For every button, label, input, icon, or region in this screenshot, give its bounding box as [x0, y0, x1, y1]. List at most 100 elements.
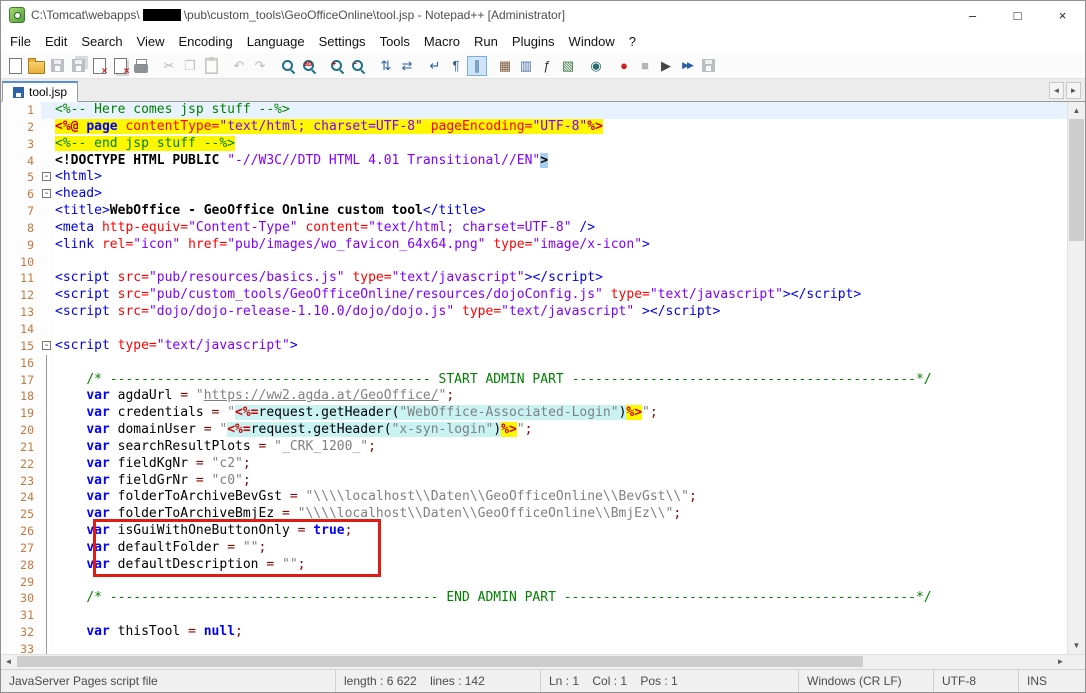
code-line-11[interactable]: 11<script src="pub/resources/basics.js" …	[1, 270, 1067, 287]
fold-toggle-icon[interactable]	[41, 169, 55, 186]
code-text: var isGuiWithOneButtonOnly = true;	[55, 523, 1067, 540]
code-line-30[interactable]: 30 /* ----------------------------------…	[1, 590, 1067, 607]
run-macro-multiple-icon[interactable]: ▶▶	[677, 56, 697, 76]
code-line-7[interactable]: 7<title>WebOffice - GeoOffice Online cus…	[1, 203, 1067, 220]
code-line-33[interactable]: 33	[1, 641, 1067, 654]
tab-tool-jsp[interactable]: tool.jsp	[2, 81, 78, 102]
code-line-32[interactable]: 32 var thisTool = null;	[1, 624, 1067, 641]
record-macro-icon[interactable]: ●	[614, 56, 634, 76]
close-all-icon[interactable]	[110, 56, 130, 76]
code-line-31[interactable]: 31	[1, 607, 1067, 624]
minimize-button[interactable]: –	[950, 1, 995, 29]
monitoring-eye-icon[interactable]: ◉	[586, 56, 606, 76]
show-indent-guide-icon[interactable]: ∥	[467, 56, 487, 76]
code-line-10[interactable]: 10	[1, 254, 1067, 271]
menu-tools[interactable]: Tools	[373, 31, 417, 52]
code-line-24[interactable]: 24 var folderToArchiveBevGst = "\\\\loca…	[1, 489, 1067, 506]
status-cursor-position: Ln : 1 Col : 1 Pos : 1	[541, 670, 799, 692]
code-line-14[interactable]: 14	[1, 321, 1067, 338]
zoom-in-icon[interactable]: +	[327, 56, 347, 76]
fold-margin	[41, 456, 55, 473]
fold-margin	[41, 439, 55, 456]
code-line-18[interactable]: 18 var agdaUrl = "https://ww2.agda.at/Ge…	[1, 388, 1067, 405]
code-line-21[interactable]: 21 var searchResultPlots = "_CRK_1200_";	[1, 439, 1067, 456]
folder-as-workspace-icon[interactable]: ▧	[558, 56, 578, 76]
toolbar-separator	[579, 56, 586, 76]
document-map-icon[interactable]: ▥	[516, 56, 536, 76]
code-line-26[interactable]: 26 var isGuiWithOneButtonOnly = true;	[1, 523, 1067, 540]
sync-vertical-scroll-icon[interactable]: ⇅	[376, 56, 396, 76]
status-insert-mode[interactable]: INS	[1019, 670, 1085, 692]
menu-macro[interactable]: Macro	[417, 31, 467, 52]
menu-encoding[interactable]: Encoding	[172, 31, 240, 52]
code-line-15[interactable]: 15<script type="text/javascript">	[1, 338, 1067, 355]
close-file-icon[interactable]	[89, 56, 109, 76]
code-line-29[interactable]: 29	[1, 574, 1067, 591]
replace-icon[interactable]: ab	[299, 56, 319, 76]
menu-file[interactable]: File	[3, 31, 38, 52]
tab-scroll-right-icon[interactable]: ►	[1066, 82, 1081, 99]
toolbar: ✂❐↶↷ab+−⇅⇄↵¶∥▦▥ƒ▧◉●■▶▶▶	[1, 53, 1085, 79]
saved-file-icon	[13, 87, 24, 98]
zoom-out-icon[interactable]: −	[348, 56, 368, 76]
fold-margin	[41, 136, 55, 153]
vertical-scrollbar[interactable]: ▲ ▼	[1067, 102, 1085, 654]
close-button[interactable]: ×	[1040, 1, 1085, 29]
code-line-28[interactable]: 28 var defaultDescription = "";	[1, 557, 1067, 574]
menu-view[interactable]: View	[130, 31, 172, 52]
playback-macro-icon[interactable]: ▶	[656, 56, 676, 76]
code-line-9[interactable]: 9<link rel="icon" href="pub/images/wo_fa…	[1, 237, 1067, 254]
code-line-3[interactable]: 3<%-- end jsp stuff --%>	[1, 136, 1067, 153]
code-line-25[interactable]: 25 var folderToArchiveBmjEz = "\\\\local…	[1, 506, 1067, 523]
menu-help[interactable]: ?	[622, 31, 643, 52]
fold-margin	[41, 220, 55, 237]
editor[interactable]: 1<%-- Here comes jsp stuff --%>2<%@ page…	[1, 102, 1085, 654]
function-list-icon[interactable]: ƒ	[537, 56, 557, 76]
code-area[interactable]: 1<%-- Here comes jsp stuff --%>2<%@ page…	[1, 102, 1067, 654]
code-line-6[interactable]: 6<head>	[1, 186, 1067, 203]
status-encoding[interactable]: UTF-8	[934, 670, 1019, 692]
scroll-left-icon[interactable]: ◄	[1, 655, 16, 668]
code-line-20[interactable]: 20 var domainUser = "<%=request.getHeade…	[1, 422, 1067, 439]
new-file-icon[interactable]	[5, 56, 25, 76]
word-wrap-icon[interactable]: ↵	[425, 56, 445, 76]
maximize-button[interactable]: □	[995, 1, 1040, 29]
menu-edit[interactable]: Edit	[38, 31, 74, 52]
code-line-27[interactable]: 27 var defaultFolder = "";	[1, 540, 1067, 557]
code-line-5[interactable]: 5<html>	[1, 169, 1067, 186]
fold-toggle-icon[interactable]	[41, 186, 55, 203]
scroll-right-icon[interactable]: ►	[1053, 655, 1068, 668]
line-number: 8	[1, 220, 41, 237]
code-line-4[interactable]: 4<!DOCTYPE HTML PUBLIC "-//W3C//DTD HTML…	[1, 153, 1067, 170]
code-line-23[interactable]: 23 var fieldGrNr = "c0";	[1, 473, 1067, 490]
tab-scroll-left-icon[interactable]: ◄	[1049, 82, 1064, 99]
print-icon[interactable]	[131, 56, 151, 76]
code-line-8[interactable]: 8<meta http-equiv="Content-Type" content…	[1, 220, 1067, 237]
code-line-22[interactable]: 22 var fieldKgNr = "c2";	[1, 456, 1067, 473]
scroll-down-icon[interactable]: ▼	[1068, 637, 1085, 654]
open-folder-icon[interactable]	[26, 56, 46, 76]
fold-toggle-icon[interactable]	[41, 338, 55, 355]
vertical-scroll-thumb[interactable]	[1069, 119, 1084, 241]
menu-search[interactable]: Search	[74, 31, 129, 52]
menu-run[interactable]: Run	[467, 31, 505, 52]
user-defined-dialog-icon[interactable]: ▦	[495, 56, 515, 76]
menu-plugins[interactable]: Plugins	[505, 31, 562, 52]
menu-window[interactable]: Window	[562, 31, 622, 52]
status-eol-format[interactable]: Windows (CR LF)	[799, 670, 934, 692]
code-line-12[interactable]: 12<script src="pub/custom_tools/GeoOffic…	[1, 287, 1067, 304]
sync-horizontal-scroll-icon[interactable]: ⇄	[397, 56, 417, 76]
menu-language[interactable]: Language	[240, 31, 312, 52]
code-line-2[interactable]: 2<%@ page contentType="text/html; charse…	[1, 119, 1067, 136]
code-line-13[interactable]: 13<script src="dojo/dojo-release-1.10.0/…	[1, 304, 1067, 321]
horizontal-scroll-thumb[interactable]	[17, 656, 863, 667]
show-all-characters-icon[interactable]: ¶	[446, 56, 466, 76]
horizontal-scrollbar[interactable]: ◄ ►	[1, 654, 1085, 669]
code-line-1[interactable]: 1<%-- Here comes jsp stuff --%>	[1, 102, 1067, 119]
scroll-up-icon[interactable]: ▲	[1068, 102, 1085, 119]
code-line-16[interactable]: 16	[1, 355, 1067, 372]
find-icon[interactable]	[278, 56, 298, 76]
code-line-19[interactable]: 19 var credentials = "<%=request.getHead…	[1, 405, 1067, 422]
menu-settings[interactable]: Settings	[312, 31, 373, 52]
code-line-17[interactable]: 17 /* ----------------------------------…	[1, 372, 1067, 389]
